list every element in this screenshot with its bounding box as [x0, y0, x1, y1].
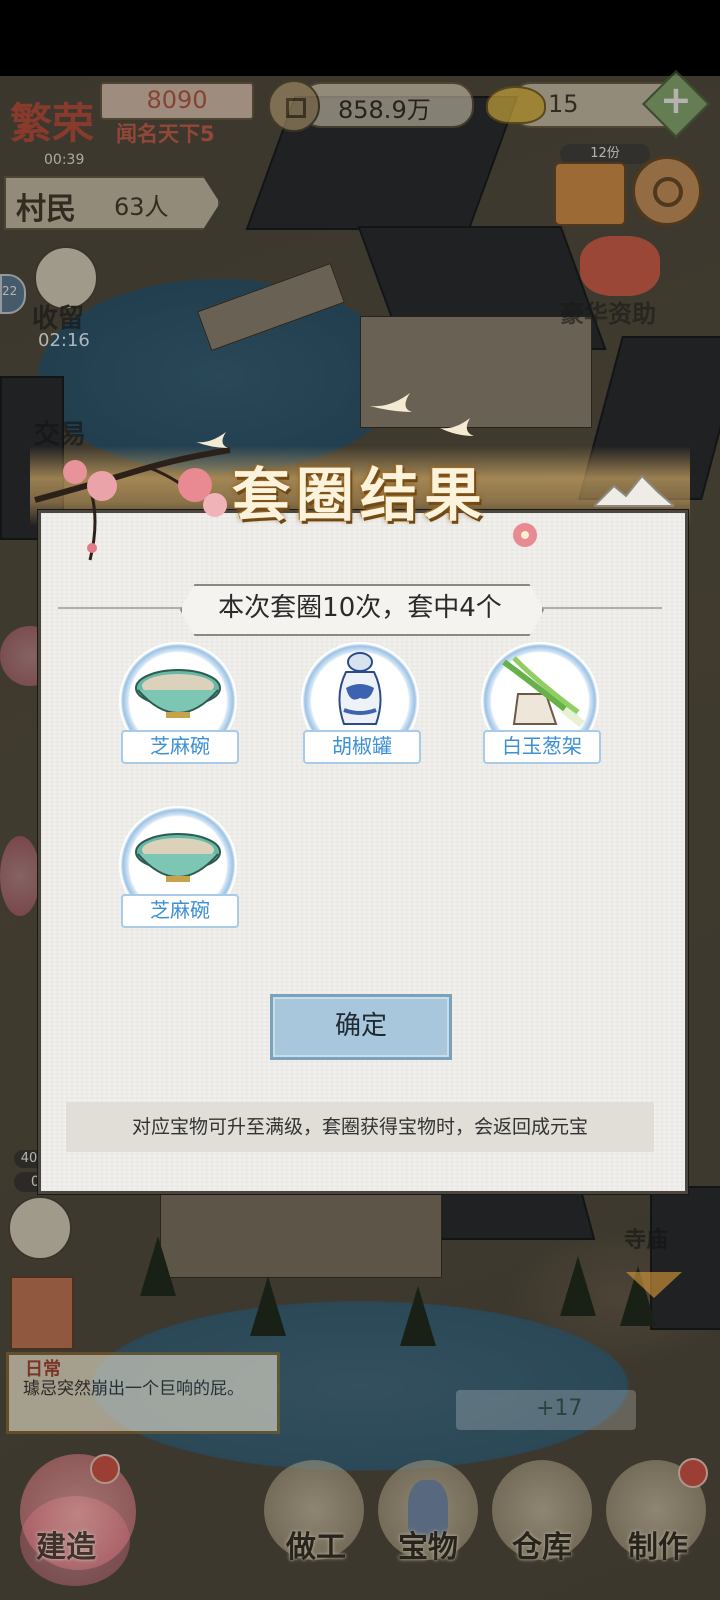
sesame-bowl-icon [135, 833, 221, 882]
bundle-count: 12份 [560, 144, 650, 164]
rank-text: 闻名天下5 [116, 122, 215, 146]
item-name: 芝麻碗 [121, 894, 239, 928]
npc-badge: 22 [0, 274, 26, 314]
prize-item[interactable]: 芝麻碗 [116, 806, 246, 936]
copper-bar[interactable]: 858.9万 [300, 82, 474, 128]
swallow-bird-icon [370, 393, 474, 436]
reward-toast: +17 [456, 1390, 636, 1430]
item-name: 白玉葱架 [483, 730, 601, 764]
copper-coin-icon [268, 80, 320, 132]
ingot-value: 15 [548, 90, 579, 118]
prize-item[interactable]: 白玉葱架 [478, 642, 608, 772]
craft-notification-dot [678, 1458, 708, 1488]
event-shrine-icon [10, 1276, 74, 1350]
build-label[interactable]: 建造 [6, 1522, 126, 1566]
dialog-title: 套圈结果 [231, 461, 488, 529]
visitor-portrait[interactable] [8, 1196, 72, 1260]
confirm-button[interactable]: 确定 [270, 994, 452, 1060]
pepper-jar-icon [338, 652, 382, 725]
bundle-icon[interactable] [554, 162, 626, 226]
npc-timer: 02:16 [38, 330, 90, 351]
prosperity-bar[interactable]: 8090 [100, 82, 254, 120]
settings-gear-icon[interactable] [632, 156, 702, 226]
daily-event-card[interactable]: 日常 璩忌突然崩出一个巨响的屁。 [6, 1352, 280, 1434]
plus-icon: + [660, 78, 692, 122]
jade-scallion-rack-icon [502, 656, 585, 728]
item-name: 芝麻碗 [121, 730, 239, 764]
villagers-bar[interactable]: 村民 63人 [4, 176, 220, 230]
reward-note: 对应宝物可升至满级，套圈获得宝物时，会返回成元宝 [66, 1102, 654, 1152]
bundle-tag[interactable]: 豪华资助 [560, 294, 656, 329]
timer-top: 00:39 [44, 152, 85, 168]
prosperity-value: 8090 [146, 86, 208, 114]
copper-value: 858.9万 [338, 96, 431, 124]
gift-pack-icon[interactable] [580, 236, 660, 296]
prosperity-label: 繁荣 [10, 99, 95, 148]
ring-toss-summary: 本次套圈10次，套中4个 [218, 593, 502, 623]
temple-label[interactable]: 寺庙 [624, 1222, 668, 1254]
item-name: 胡椒罐 [303, 730, 421, 764]
build-notification-dot [90, 1454, 120, 1484]
work-label[interactable]: 做工 [256, 1522, 376, 1566]
daily-text: 璩忌突然崩出一个巨响的屁。 [23, 1379, 244, 1399]
gold-ingot-icon [486, 86, 546, 124]
sesame-bowl-icon [135, 669, 221, 718]
prize-item[interactable]: 芝麻碗 [116, 642, 246, 772]
treasure-label[interactable]: 宝物 [368, 1522, 488, 1566]
villagers-value: 63人 [114, 193, 169, 221]
chevron-down-icon[interactable] [626, 1272, 682, 1298]
prize-item[interactable]: 胡椒罐 [298, 642, 428, 772]
villagers-label: 村民 [16, 192, 76, 227]
craft-label[interactable]: 制作 [598, 1522, 718, 1566]
warehouse-label[interactable]: 仓库 [482, 1522, 602, 1566]
